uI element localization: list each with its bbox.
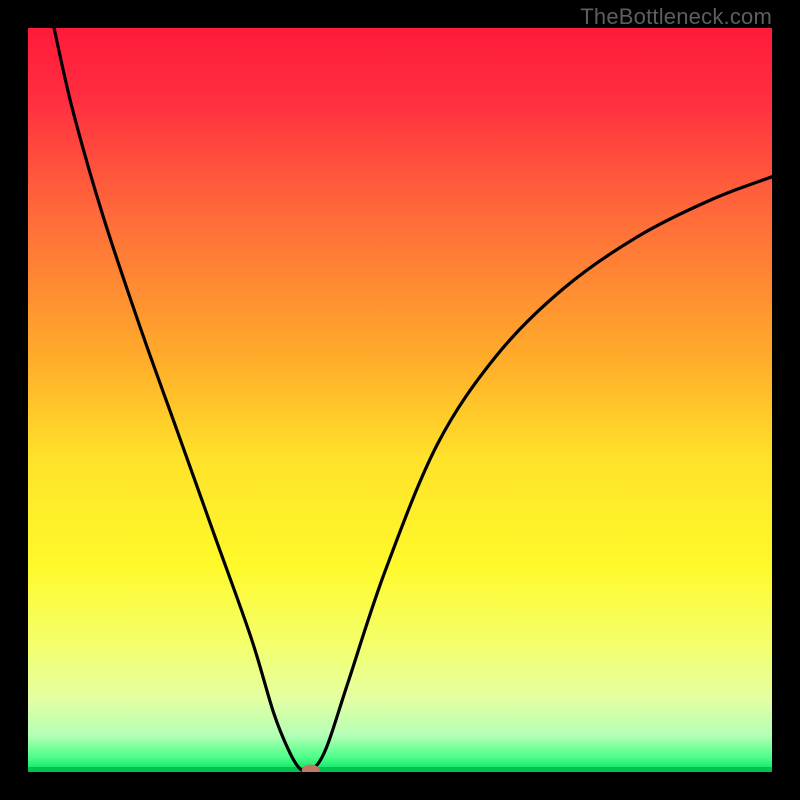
bottom-green-band — [28, 767, 772, 772]
chart-frame — [28, 28, 772, 772]
chart-plot — [28, 28, 772, 772]
gradient-background — [28, 28, 772, 772]
watermark-text: TheBottleneck.com — [580, 4, 772, 30]
